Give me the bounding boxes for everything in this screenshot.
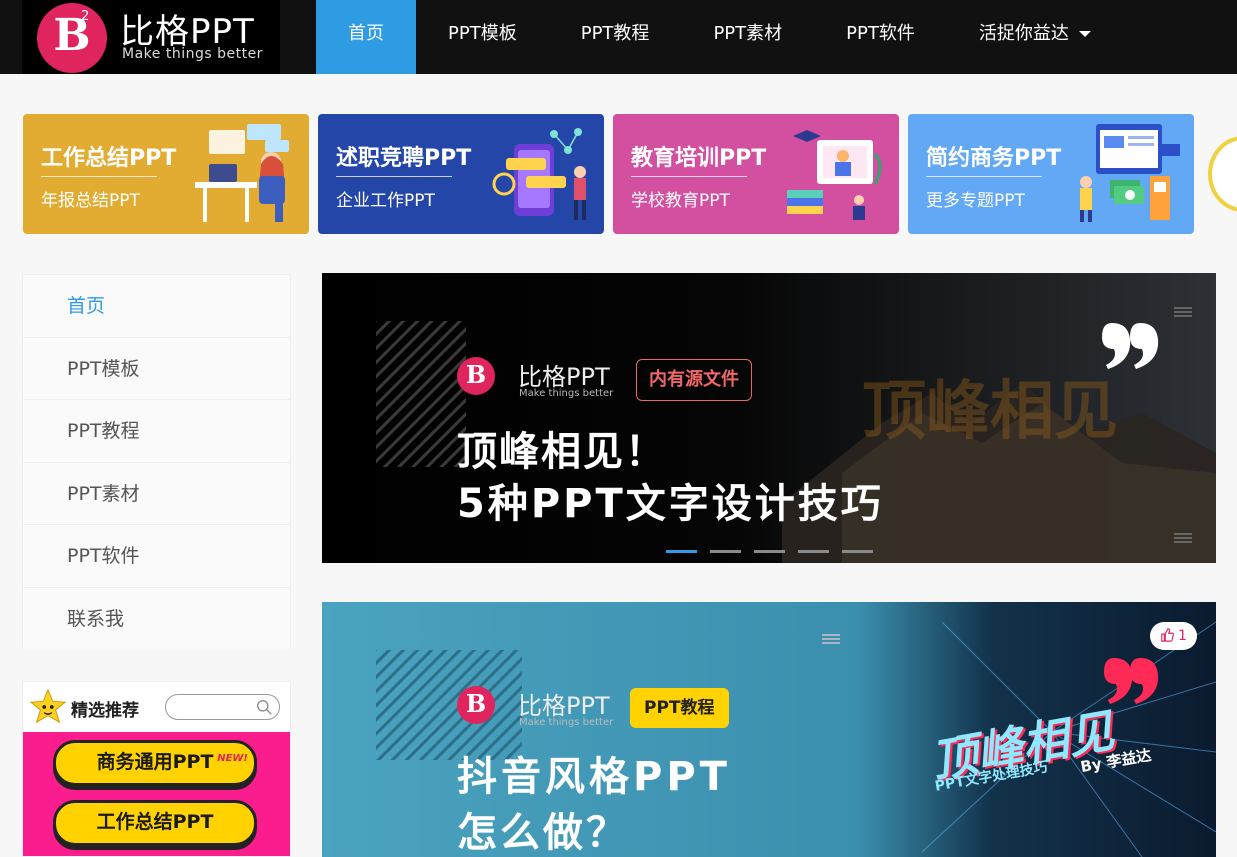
category-card-work-summary[interactable]: 工作总结PPT 年报总结PPT: [23, 114, 309, 234]
sidebar-menu: 首页 PPT模板 PPT教程 PPT素材 PPT软件 联系我: [22, 274, 291, 650]
post-category-tag: PPT教程: [630, 688, 729, 728]
category-card-education[interactable]: 教育培训PPT 学校教育PPT: [613, 114, 899, 234]
card-title: 简约商务PPT: [926, 146, 1062, 171]
like-count: 1: [1178, 628, 1187, 644]
card-divider: [41, 176, 157, 177]
card-subtitle: 年报总结PPT: [41, 191, 140, 211]
slide-brand-name: 比格PPT: [518, 363, 610, 391]
finance-illustration-icon: [1080, 124, 1180, 222]
post-subheadline: 怎么做？: [457, 810, 629, 856]
category-card-business[interactable]: 简约商务PPT 更多专题PPT: [908, 114, 1194, 234]
new-badge: NEW!: [217, 753, 248, 764]
recommend-widget: 精选推荐 商务通用PPT NEW! 工作总结PPT: [22, 681, 291, 857]
card-subtitle: 学校教育PPT: [631, 191, 730, 211]
logo-tagline: Make things better: [122, 46, 263, 62]
slider-dot-2[interactable]: [710, 550, 741, 553]
recommend-button-work-summary[interactable]: 工作总结PPT: [53, 800, 257, 846]
sidebar-item-contact[interactable]: 联系我: [23, 587, 290, 650]
top-navbar: B 2 比格PPT Make things better 首页 PPT模板 PP…: [0, 0, 1237, 74]
caret-down-icon: [1078, 31, 1091, 37]
post-brand-name: 比格PPT: [518, 692, 610, 720]
post-headline: 抖音风格PPT: [457, 754, 731, 800]
phone-network-icon: [492, 128, 586, 220]
card-divider: [926, 176, 1042, 177]
card-title: 教育培训PPT: [631, 146, 767, 171]
svg-text:顶峰相见: 顶峰相见: [862, 375, 1118, 449]
slide-logo-badge: B: [457, 357, 495, 395]
recommend-search-input[interactable]: [165, 694, 280, 720]
card-title: 工作总结PPT: [41, 146, 177, 171]
main-nav: 首页 PPT模板 PPT教程 PPT素材 PPT软件 活捉你益达: [316, 0, 1123, 74]
logo-badge: B 2: [37, 3, 107, 73]
card-divider: [631, 176, 747, 177]
carousel-next-button[interactable]: [1208, 136, 1237, 212]
slider-pagination: [666, 550, 886, 553]
card-title: 述职竞聘PPT: [336, 146, 472, 171]
like-button[interactable]: 1: [1150, 622, 1197, 650]
classroom-illustration-icon: [787, 130, 882, 220]
slider-dot-3[interactable]: [754, 550, 785, 553]
slide-headline: 顶峰相见！: [457, 429, 667, 475]
slide-tag: 内有源文件: [636, 359, 752, 401]
category-card-job-review[interactable]: 述职竞聘PPT 企业工作PPT: [318, 114, 604, 234]
nav-item-ppt-templates[interactable]: PPT模板: [416, 0, 549, 74]
slider-dot-1[interactable]: [666, 550, 697, 553]
card-subtitle: 企业工作PPT: [336, 191, 435, 211]
recommend-list: 商务通用PPT NEW! 工作总结PPT: [23, 732, 290, 856]
slide-subheadline: 5种PPT文字设计技巧: [457, 481, 884, 527]
nav-item-ppt-materials[interactable]: PPT素材: [681, 0, 814, 74]
slider-dot-5[interactable]: [842, 550, 873, 553]
post-brand-tagline: Make things better: [519, 717, 614, 728]
nav-item-dropdown[interactable]: 活捉你益达: [947, 0, 1123, 74]
card-subtitle: 更多专题PPT: [926, 191, 1025, 211]
recommend-button-business[interactable]: 商务通用PPT NEW!: [53, 740, 257, 786]
star-mascot-icon: [29, 688, 67, 724]
office-illustration-icon: [195, 124, 289, 222]
sidebar-item-ppt-software[interactable]: PPT软件: [23, 525, 290, 588]
slide-brand-tagline: Make things better: [519, 388, 614, 399]
nav-item-ppt-tutorials[interactable]: PPT教程: [549, 0, 682, 74]
thumbs-up-icon: [1161, 628, 1174, 642]
sidebar-item-ppt-materials[interactable]: PPT素材: [23, 462, 290, 525]
hero-slider[interactable]: 顶峰相见 B 比格PPT Make things better 内有源文件 顶峰…: [322, 273, 1216, 563]
post-logo-badge: B: [457, 686, 495, 724]
slider-dot-4[interactable]: [798, 550, 829, 553]
post-card-thumbnail[interactable]: B 比格PPT Make things better PPT教程 抖音风格PPT…: [322, 602, 1216, 857]
sidebar-item-ppt-tutorials[interactable]: PPT教程: [23, 400, 290, 463]
sidebar-item-ppt-templates[interactable]: PPT模板: [23, 337, 290, 400]
sidebar-item-home[interactable]: 首页: [23, 275, 290, 338]
nav-item-ppt-software[interactable]: PPT软件: [814, 0, 947, 74]
recommend-header: 精选推荐: [23, 682, 290, 732]
search-icon[interactable]: [256, 699, 273, 716]
nav-item-home[interactable]: 首页: [316, 0, 416, 74]
site-logo[interactable]: B 2 比格PPT Make things better: [22, 0, 280, 74]
card-divider: [336, 176, 452, 177]
recommend-title: 精选推荐: [71, 701, 139, 721]
